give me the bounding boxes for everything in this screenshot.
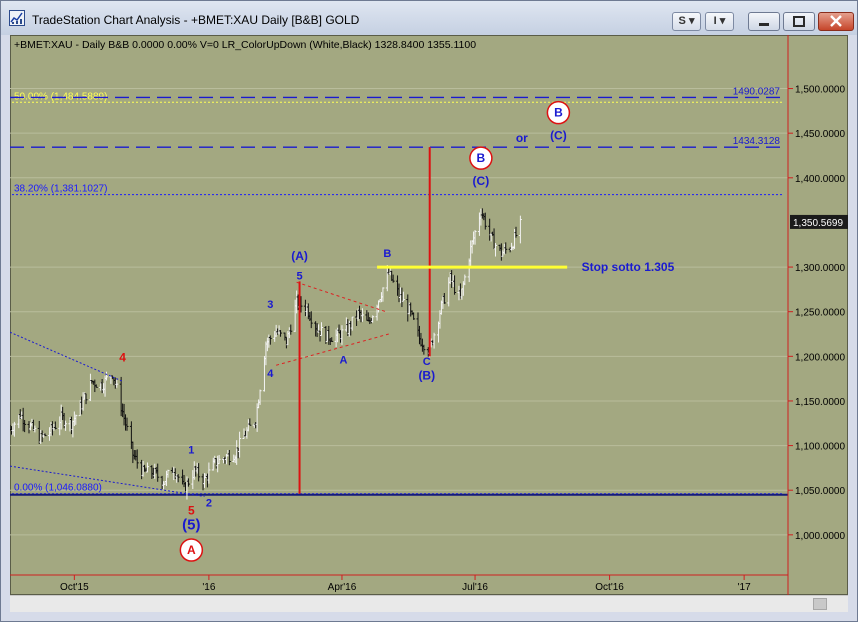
time-tick-label: Oct'15	[60, 582, 89, 593]
i-menu-label: I	[713, 15, 717, 27]
wave-label-A-paren: (A)	[291, 249, 308, 263]
close-icon	[830, 15, 842, 27]
window-title: TradeStation Chart Analysis - +BMET:XAU …	[32, 13, 360, 27]
minimize-icon	[759, 23, 769, 26]
price-tick-label: 1,450.0000	[795, 129, 845, 140]
price-tick-label: 1,200.0000	[795, 352, 845, 363]
stop-line-label: Stop sotto 1.305	[582, 260, 675, 274]
chevron-down-icon: ▾	[719, 15, 726, 27]
wave-label-A: A	[339, 354, 347, 366]
chart-window: TradeStation Chart Analysis - +BMET:XAU …	[0, 0, 858, 622]
price-chart[interactable]: 50.00% (1,484.5889)38.20% (1,381.1027)0.…	[10, 35, 848, 595]
wave-label-3: 3	[267, 299, 273, 311]
close-button[interactable]	[818, 12, 854, 31]
chart-status-line: +BMET:XAU - Daily B&B 0.0000 0.00% V=0 L…	[14, 39, 476, 51]
circled-wave-A: A	[187, 543, 196, 557]
wave-label-5: 5	[296, 271, 302, 283]
tradestation-app-icon	[9, 10, 25, 26]
wave-label-C-paren-alt: (C)	[550, 128, 567, 142]
time-tick-label: Apr'16	[328, 582, 357, 593]
circled-wave-B: B	[477, 151, 486, 165]
price-tick-label: 1,050.0000	[795, 486, 845, 497]
time-tick-label: '16	[202, 582, 215, 593]
price-tick-label: 1,150.0000	[795, 397, 845, 408]
maximize-icon	[793, 16, 805, 27]
price-tick-label: 1,400.0000	[795, 174, 845, 185]
minimize-button[interactable]	[748, 12, 780, 31]
price-tick-label: 1,250.0000	[795, 308, 845, 319]
price-tick-label: 1,300.0000	[795, 263, 845, 274]
wave-label-B-paren: (B)	[418, 369, 435, 383]
wave-label-1: 1	[188, 445, 194, 457]
title-bar[interactable]: TradeStation Chart Analysis - +BMET:XAU …	[1, 1, 857, 35]
time-tick-label: Oct'16	[595, 582, 624, 593]
fib-level-label: 38.20% (1,381.1027)	[14, 184, 107, 195]
last-price-label: 1,350.5699	[793, 218, 843, 229]
target-level-label: 1434.3128	[733, 136, 781, 147]
wave-label-4-red: 4	[119, 351, 126, 365]
circled-wave-B-alt: B	[554, 106, 563, 120]
target-level-label: 1490.0287	[733, 86, 781, 97]
time-tick-label: '17	[738, 582, 751, 593]
fib-level-label: 0.00% (1,046.0880)	[14, 483, 102, 494]
price-tick-label: 1,000.0000	[795, 531, 845, 542]
i-menu-button[interactable]: I ▾	[705, 12, 734, 31]
time-tick-label: Jul'16	[462, 582, 488, 593]
price-tick-label: 1,100.0000	[795, 442, 845, 453]
wave-label-B: B	[383, 248, 391, 260]
price-tick-label: 1,500.0000	[795, 85, 845, 96]
chevron-down-icon: ▾	[688, 15, 695, 27]
wave-label-4: 4	[267, 368, 274, 380]
wave-label-5-red: 5	[188, 503, 195, 517]
maximize-button[interactable]	[783, 12, 815, 31]
wave-label-C: C	[423, 356, 431, 368]
wave-label-C-paren: (C)	[473, 174, 490, 188]
s-menu-label: S	[678, 15, 686, 27]
s-menu-button[interactable]: S ▾	[672, 12, 701, 31]
wave-label-2: 2	[206, 497, 212, 509]
alternative-or-label: or	[516, 131, 528, 145]
scrollbar-thumb[interactable]	[813, 598, 827, 610]
horizontal-scrollbar[interactable]	[10, 595, 848, 612]
wave-label-5-paren: (5)	[182, 516, 200, 533]
